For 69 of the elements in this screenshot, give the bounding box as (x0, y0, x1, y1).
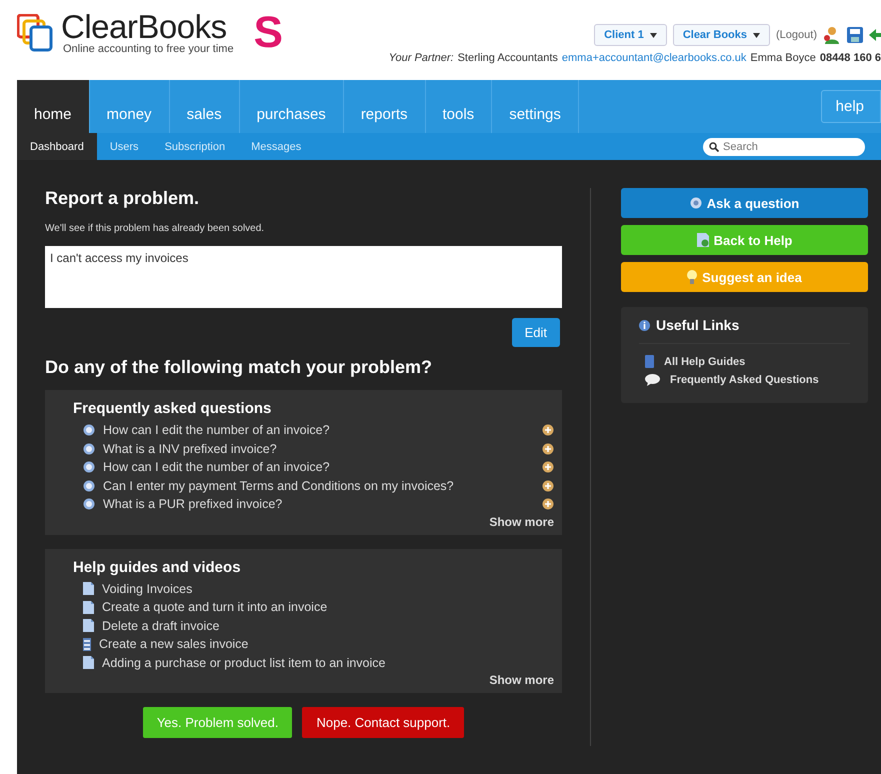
subnav-tab[interactable]: Users (96, 133, 152, 160)
show-more-link[interactable]: Show more (489, 673, 554, 687)
document-icon (83, 600, 94, 614)
guide-link[interactable]: Create a new sales invoice (99, 637, 554, 652)
question-icon (83, 461, 95, 474)
problem-field[interactable]: I can't access my invoices (45, 246, 562, 308)
arrow-icon[interactable] (869, 28, 881, 42)
edit-button[interactable]: Edit (512, 318, 560, 347)
help-link[interactable]: All Help Guides (664, 356, 746, 368)
expand-icon[interactable] (542, 480, 554, 492)
question-icon (690, 197, 702, 209)
question-icon (83, 424, 95, 436)
guide-link[interactable]: Create a quote and turn it into an invoice (102, 600, 554, 614)
logout-link[interactable]: (Logout) (776, 29, 817, 41)
question-icon (83, 498, 95, 510)
save-icon[interactable] (847, 27, 863, 43)
sidebar-button[interactable]: Ask a question (621, 188, 868, 218)
document-icon (83, 656, 94, 670)
tagline: Online accounting to free your time (63, 43, 234, 55)
caret-icon (650, 32, 657, 38)
faq-link[interactable]: How can I edit the number of an invoice? (103, 423, 534, 438)
email-link[interactable]: emma+accountant@clearbooks.co.uk (562, 52, 746, 64)
faq-link[interactable]: How can I edit the number of an invoice? (103, 460, 534, 474)
subnav-tab[interactable]: Subscription (152, 133, 238, 160)
expand-icon[interactable] (542, 461, 554, 474)
expand-icon[interactable] (542, 424, 554, 436)
document-icon (696, 233, 709, 247)
show-more-link[interactable]: Show more (489, 514, 554, 528)
panel-title: Useful Links (656, 317, 740, 333)
page-title: Report a problem. (45, 188, 200, 209)
help-button[interactable]: help (820, 90, 881, 123)
caret-icon (753, 32, 760, 38)
guide-link[interactable]: Delete a draft invoice (102, 618, 554, 633)
contact-support-button[interactable]: Nope. Contact support. (302, 707, 464, 738)
panel-title: Help guides and videos (73, 558, 242, 576)
subnav-tab[interactable]: Dashboard (17, 133, 97, 160)
lightbulb-icon (687, 270, 698, 284)
partner-name: Sterling Accountants (458, 52, 558, 64)
info-icon (639, 320, 650, 330)
search-field[interactable]: Search (703, 138, 865, 156)
account-dropdown[interactable]: Clear Books (672, 24, 770, 46)
book-icon (645, 355, 654, 368)
nav-tab[interactable]: home (17, 80, 90, 133)
subnav-tab[interactable]: Messages (238, 133, 314, 160)
faq-link[interactable]: What is a INV prefixed invoice? (103, 442, 534, 456)
guide-link[interactable]: Voiding Invoices (102, 582, 554, 596)
panel-title: Frequently asked questions (73, 400, 272, 417)
question-icon (83, 480, 95, 492)
contact-name: Emma Boyce (750, 52, 816, 64)
phone-number: 08448 160 6 (820, 52, 881, 64)
logo-text: ClearBooks (61, 10, 227, 43)
partner-label: Your Partner: (388, 52, 454, 64)
subtitle: We'll see if this problem has already been solved. (45, 223, 266, 234)
question-icon (83, 442, 95, 455)
logo-icon (17, 14, 55, 52)
expand-icon[interactable] (542, 498, 554, 510)
faq-link[interactable]: Can I enter my payment Terms and Conditions on my invoices? (103, 478, 534, 493)
document-icon (83, 619, 94, 632)
section-title: Do any of the following match your problem? (45, 357, 434, 378)
logo-mark: S (254, 10, 283, 54)
speech-bubble-icon (645, 374, 660, 386)
list-icon (83, 638, 91, 651)
account-dropdown[interactable]: Client 1 (594, 24, 667, 46)
help-link[interactable]: Frequently Asked Questions (670, 374, 819, 386)
document-icon (83, 582, 94, 596)
users-icon[interactable] (823, 26, 841, 44)
expand-icon[interactable] (542, 442, 554, 455)
faq-link[interactable]: What is a PUR prefixed invoice? (103, 497, 534, 512)
guide-link[interactable]: Adding a purchase or product list item to an invoice (102, 656, 554, 670)
